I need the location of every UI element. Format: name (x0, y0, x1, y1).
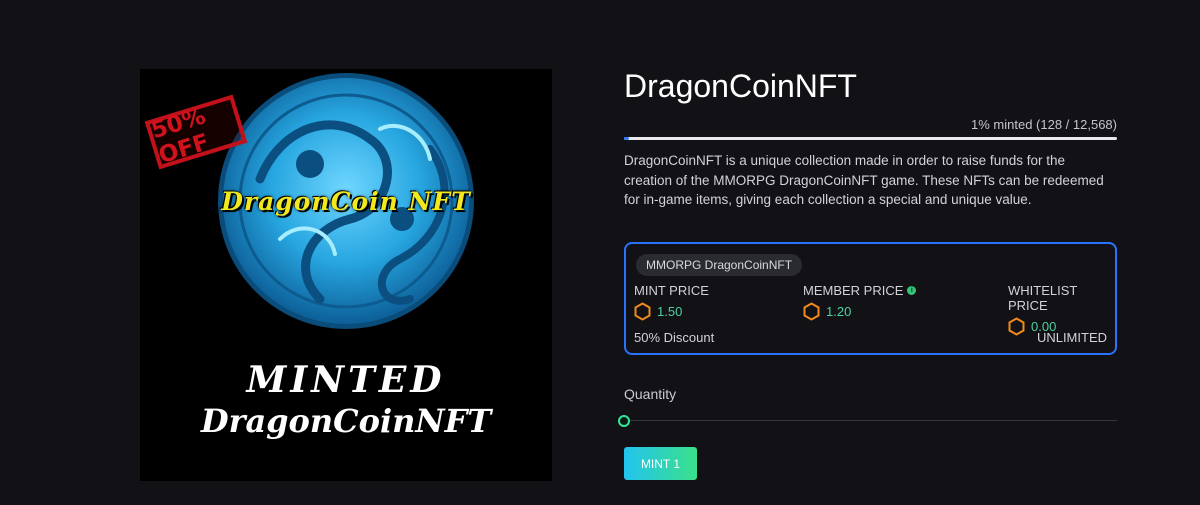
nft-artwork: 50% OFF DragonCoin NFT MINTED DragonCoin… (140, 69, 552, 481)
minted-subtext: DragonCoinNFT (200, 402, 492, 440)
mint-progress-bar (624, 137, 1117, 140)
hexagon-token-icon (803, 302, 820, 321)
price-card: MMORPG DragonCoinNFT MINT PRICE 1.50 MEM… (624, 242, 1117, 355)
minted-text: MINTED (246, 359, 446, 401)
quantity-slider[interactable] (624, 420, 1117, 421)
mint-page: 50% OFF DragonCoin NFT MINTED DragonCoin… (0, 0, 1200, 505)
mint-price: MINT PRICE 1.50 (634, 283, 709, 321)
collection-chip: MMORPG DragonCoinNFT (636, 254, 803, 276)
coin-title-text: DragonCoin NFT (221, 187, 471, 216)
info-icon[interactable]: i (907, 286, 917, 295)
quantity-label: Quantity (624, 386, 677, 402)
whitelist-price: WHITELIST PRICE 0.00 (1008, 283, 1115, 336)
mint-limit-text: UNLIMITED (1036, 330, 1107, 345)
member-price-value: 1.20 (826, 304, 852, 319)
mint-progress-fill (624, 137, 630, 140)
mint-price-value: 1.50 (657, 304, 683, 319)
mint-progress-text: 1% minted (128 / 12,568) (971, 117, 1117, 132)
member-price-label: MEMBER PRICE (803, 283, 904, 298)
hexagon-token-icon (1008, 317, 1025, 336)
collection-description: DragonCoinNFT is a unique collection mad… (624, 153, 1104, 207)
collection-title: DragonCoinNFT (624, 68, 857, 104)
member-price: MEMBER PRICE i 1.20 (803, 283, 917, 321)
whitelist-price-label: WHITELIST PRICE (1008, 283, 1078, 313)
mint-button[interactable]: MINT 1 (624, 447, 697, 480)
mint-price-label: MINT PRICE (634, 283, 709, 298)
discount-text: 50% Discount (634, 330, 715, 345)
quantity-slider-handle[interactable] (618, 415, 630, 427)
hexagon-token-icon (634, 302, 651, 321)
